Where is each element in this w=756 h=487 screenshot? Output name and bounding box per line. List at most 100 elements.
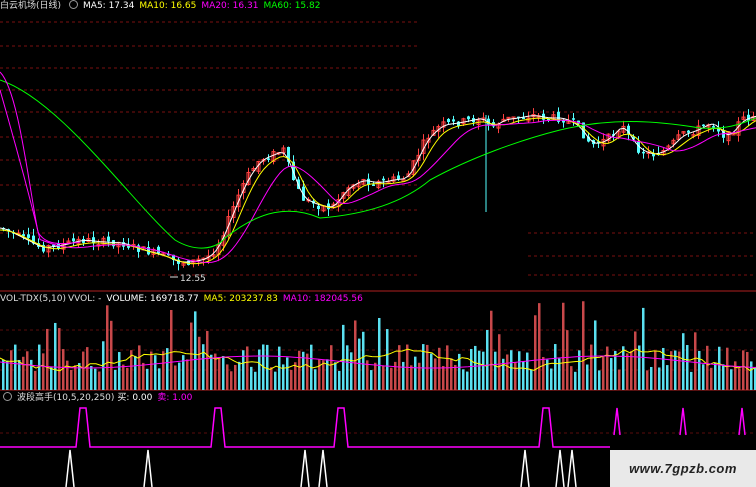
buy-signal-spike [65,449,75,487]
volume-bar [566,330,569,390]
volume-bar [94,368,97,390]
volume-bar [538,303,541,390]
volume-bar [314,369,317,390]
volume-bar [274,371,277,390]
volume-bar [270,367,273,390]
volume-bar [646,370,649,390]
volume-bar [170,310,173,390]
volume-bar [126,367,129,390]
volume-bar [570,366,573,390]
buy-signal-spike [567,449,577,487]
low-price-label: 12.55 [180,274,206,284]
volume-bar [134,355,137,390]
volume-bar [358,338,361,390]
sell-value: 卖: 1.00 [157,393,193,403]
volume-bar [490,310,493,390]
candle-body-down [712,126,715,128]
volume-bar [286,357,289,390]
volume-bar [174,365,177,390]
volume-bar [34,370,37,390]
volume-bar [714,362,717,390]
volume-bar [154,355,157,390]
indicator-settings-icon[interactable] [3,392,12,401]
buy-value: 买: 0.00 [117,393,153,403]
volume-bar [606,346,609,390]
volume-bar [22,356,25,390]
volume-bar [14,344,17,390]
volume-bar [390,367,393,390]
volume-bar [498,334,501,390]
volume-bar [150,351,153,390]
volume-bar [418,362,421,390]
sell-signal-pulse [679,407,687,436]
volume-bar [474,345,477,390]
chart-canvas[interactable]: 12.55 [0,0,756,487]
volume-bar [582,301,585,390]
volume-bar [378,317,381,390]
volume-bar [218,357,221,390]
candle-body-down [372,184,375,186]
volume-bar [686,345,689,390]
volume-bar [82,351,85,390]
volume-bar [50,367,53,390]
volume-bar [350,352,353,390]
volume-bar [146,368,149,390]
volume-bar [162,351,165,390]
volume-ma10-value: MA10: 182045.56 [282,294,363,304]
ma10-value: MA10: 16.65 [139,1,197,11]
volume-bar [614,350,617,390]
candle-body-down [572,118,575,120]
volume-bar [2,359,5,390]
volume-bar [694,332,697,390]
candle-body-down [642,151,645,154]
volume-bar [734,361,737,390]
volume-bar [306,353,309,390]
buy-signal-spike [318,449,328,487]
settings-circle-icon[interactable] [69,0,79,9]
volume-bar [346,345,349,390]
volume-bar [10,350,13,390]
ma60-line [0,79,756,249]
candle-body-down [107,236,110,242]
volume-bar [114,369,117,390]
watermark: www.7gpzb.com [610,450,756,487]
buy-signal-spike [555,449,565,487]
volume-bar [198,336,201,390]
volume-bar [654,351,657,390]
volume-bar [626,353,629,390]
volume-bar [634,331,637,390]
volume-bar [158,368,161,390]
volume-bar [598,370,601,390]
ma60-value: MA60: 15.82 [263,1,321,11]
volume-bar [190,322,193,390]
volume-bar [278,346,281,390]
chart-title: 白云机场(日线) [0,1,62,11]
volume-bar [618,369,621,390]
volume-bar [246,346,249,390]
volume-bar [206,330,209,390]
volume-bar [54,322,57,390]
volume-bar [86,347,89,390]
volume-bar [46,328,49,390]
volume-bar [594,320,597,390]
candle-body-down [317,205,320,209]
volume-bar [334,362,337,390]
volume-bar [142,362,145,390]
candle-body-down [522,117,525,120]
volume-bar [254,371,257,390]
volume-bar [750,361,753,390]
candle-body-down [267,158,270,160]
volume-bar [698,350,701,390]
volume-bar [186,359,189,390]
volume-bar [30,359,33,390]
volume-bar [690,371,693,390]
candle-body-down [687,130,690,133]
volume-bar [194,311,197,390]
volume-bar [402,361,405,390]
volume-bar [530,369,533,390]
volume-bar [318,359,321,390]
volume-bar [702,364,705,390]
volume-bar [622,346,625,390]
volume-bar [638,345,641,390]
volume-bar [462,369,465,390]
